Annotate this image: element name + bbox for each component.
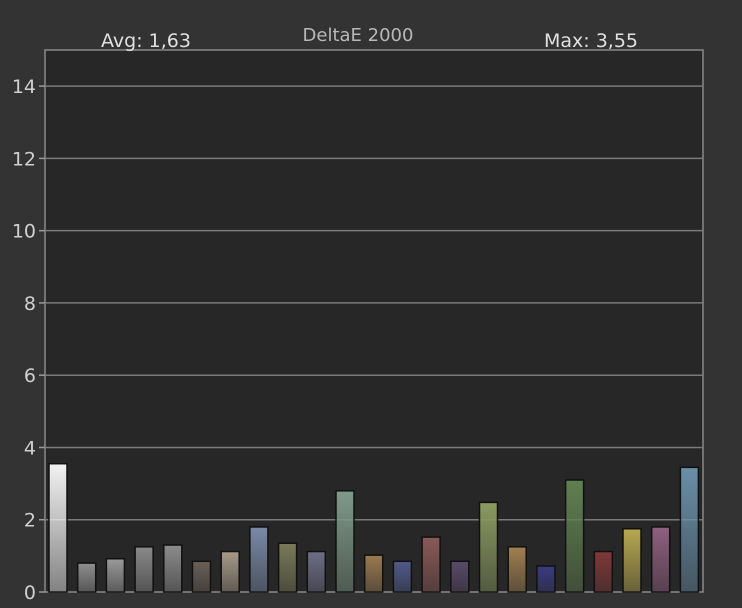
- y-tick-label: 14: [12, 76, 36, 98]
- bar: [249, 526, 269, 593]
- bar: [622, 528, 642, 593]
- bar: [421, 536, 441, 593]
- y-tick-label: 10: [12, 221, 36, 243]
- bar: [363, 554, 384, 593]
- bar: [105, 558, 126, 593]
- bar: [392, 560, 413, 593]
- y-axis-ticks: 0 2 4 6 8 10 12 14: [12, 76, 45, 604]
- bar: [220, 550, 240, 593]
- y-tick-label: 6: [24, 365, 36, 387]
- bar: [48, 462, 68, 593]
- delta-e-chart: 0 2 4 6 8 10 12 14 Avg: 1,63 DeltaE 2000 Max: 3…: [0, 0, 742, 608]
- bar: [191, 560, 212, 593]
- bar: [536, 565, 556, 593]
- bar: [593, 550, 614, 593]
- y-tick-label: 12: [12, 148, 36, 170]
- bar: [507, 546, 527, 593]
- avg-label: Avg: 1,63: [101, 30, 191, 52]
- bar: [450, 560, 470, 593]
- bar: [134, 546, 154, 593]
- bar: [679, 466, 700, 593]
- bar: [335, 490, 355, 593]
- bar: [163, 544, 183, 593]
- y-tick-label: 8: [24, 293, 36, 315]
- bar: [650, 526, 671, 593]
- chart-svg: 0 2 4 6 8 10 12 14 Avg: 1,63 DeltaE 2000 Max: 3…: [12, 25, 704, 604]
- bar: [277, 542, 298, 593]
- bar: [478, 501, 499, 593]
- max-label: Max: 3,55: [544, 30, 638, 52]
- plot-area: [44, 49, 704, 593]
- y-tick-label: 0: [24, 582, 36, 604]
- chart-title: DeltaE 2000: [303, 25, 414, 46]
- y-tick-label: 2: [24, 510, 36, 532]
- y-tick-label: 4: [24, 437, 36, 459]
- bar: [564, 479, 585, 593]
- bar: [306, 550, 327, 593]
- bar: [76, 562, 97, 593]
